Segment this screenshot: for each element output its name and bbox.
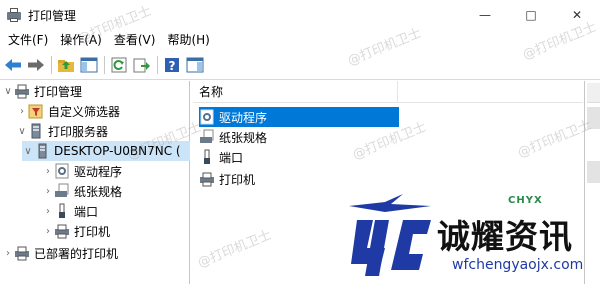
chevron-right-icon[interactable]: › xyxy=(42,161,54,181)
driver-icon xyxy=(54,163,70,179)
brand-logo: CHYX 诚耀资讯 wfchengyaojx.com xyxy=(345,180,600,284)
tree-label: 打印管理 xyxy=(34,84,83,99)
menu-file[interactable]: 文件(F) xyxy=(2,30,54,50)
printer-icon xyxy=(14,245,30,261)
brand-name: 诚耀资讯 xyxy=(437,217,573,256)
paper-icon xyxy=(54,183,70,199)
tree-node-ports[interactable]: › 端口 xyxy=(42,201,98,221)
forward-icon[interactable] xyxy=(25,54,47,76)
tree-node-deployed-printers[interactable]: › 已部署的打印机 xyxy=(2,243,118,263)
toolbar-separator xyxy=(157,55,158,74)
filter-icon xyxy=(28,103,44,119)
tree-node-forms[interactable]: › 纸张规格 xyxy=(42,181,122,201)
back-icon[interactable] xyxy=(2,54,24,76)
tree-label: 纸张规格 xyxy=(74,184,123,199)
driver-icon xyxy=(199,109,215,125)
print-management-icon xyxy=(6,7,22,23)
help-icon[interactable]: ? xyxy=(161,54,183,76)
menu-view[interactable]: 查看(V) xyxy=(108,30,162,50)
tree-node-print-servers[interactable]: ∨ 打印服务器 xyxy=(16,121,108,141)
toolbar-separator xyxy=(51,55,52,74)
tree-node-print-management[interactable]: ∨ 打印管理 xyxy=(2,81,82,101)
computer-icon xyxy=(34,143,50,159)
tree-label: 驱动程序 xyxy=(74,164,123,179)
list-item[interactable]: 驱动程序 xyxy=(199,107,399,127)
brand-url: wfchengyaojx.com xyxy=(452,257,584,273)
chevron-right-icon[interactable]: › xyxy=(2,243,14,263)
chevron-right-icon[interactable]: › xyxy=(16,101,28,121)
refresh-icon[interactable] xyxy=(108,54,130,76)
minimize-icon[interactable]: — xyxy=(462,0,508,30)
window-title: 打印管理 xyxy=(28,8,77,23)
svg-text:?: ? xyxy=(169,59,176,73)
chevron-down-icon[interactable]: ∨ xyxy=(16,121,28,141)
maximize-icon[interactable]: □ xyxy=(508,0,554,30)
print-management-icon xyxy=(14,83,30,99)
export-list-icon[interactable] xyxy=(131,54,153,76)
port-icon xyxy=(199,149,215,165)
chevron-down-icon[interactable]: ∨ xyxy=(2,81,14,101)
tree-label: 已部署的打印机 xyxy=(34,246,119,261)
chevron-right-icon[interactable]: › xyxy=(42,181,54,201)
tree-node-custom-filters[interactable]: › 自定义筛选器 xyxy=(16,101,120,121)
console-tree: ∨ 打印管理 › 自定义筛选器 ∨ 打印服务器 ∨ DESKTOP-U0BN7N… xyxy=(0,81,190,284)
port-icon xyxy=(54,203,70,219)
tree-label: 打印服务器 xyxy=(48,124,109,139)
printer-icon xyxy=(199,171,215,187)
menu-help[interactable]: 帮助(H) xyxy=(161,30,215,50)
show-hide-tree-icon[interactable] xyxy=(78,54,100,76)
printer-icon xyxy=(54,223,70,239)
column-header: 名称 xyxy=(193,80,583,103)
chevron-right-icon[interactable]: › xyxy=(42,201,54,221)
brand-strip: CHYX xyxy=(508,195,543,206)
list-item-label: 驱动程序 xyxy=(219,110,268,125)
tree-node-printers[interactable]: › 打印机 xyxy=(42,221,110,241)
list-item-label: 纸张规格 xyxy=(219,130,268,145)
brand-logo-mark-icon xyxy=(349,194,431,276)
toolbar: ? xyxy=(0,50,600,80)
tree-node-drivers[interactable]: › 驱动程序 xyxy=(42,161,122,181)
chevron-down-icon[interactable]: ∨ xyxy=(22,141,34,161)
tree-label: 端口 xyxy=(74,204,99,219)
up-folder-icon[interactable] xyxy=(55,54,77,76)
toolbar-separator xyxy=(104,55,105,74)
actions-pane-header[interactable] xyxy=(587,83,600,103)
tree-label: 自定义筛选器 xyxy=(48,104,121,119)
chevron-right-icon[interactable]: › xyxy=(42,221,54,241)
list-item-label: 端口 xyxy=(219,150,244,165)
column-header-name[interactable]: 名称 xyxy=(193,80,398,103)
print-server-icon xyxy=(28,123,44,139)
action-pane-icon[interactable] xyxy=(184,54,206,76)
tree-label: 打印机 xyxy=(74,224,111,239)
list-item-label: 打印机 xyxy=(219,172,256,187)
